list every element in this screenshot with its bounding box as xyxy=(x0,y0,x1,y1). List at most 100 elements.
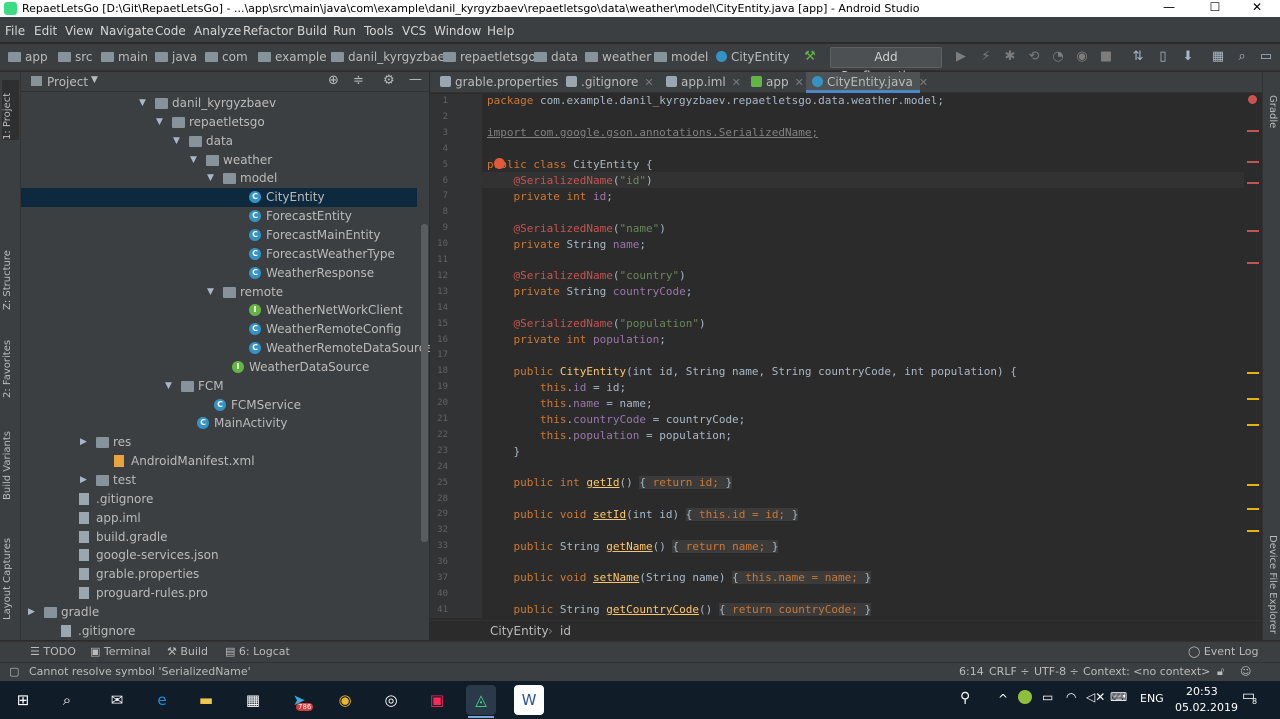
error-mark[interactable] xyxy=(1247,161,1259,163)
tree-item[interactable]: ▼ danil_kyrgyzbaev xyxy=(21,94,417,113)
obs-icon[interactable]: ◎ xyxy=(376,685,406,715)
people-icon[interactable]: ⚲ xyxy=(960,690,970,706)
chrome-icon[interactable]: ◉ xyxy=(330,685,360,715)
code-line[interactable]: public void setId(int id) { this.id = id… xyxy=(487,507,799,521)
menu-help[interactable]: Help xyxy=(487,24,514,38)
menu-navigate[interactable]: Navigate xyxy=(100,24,154,38)
tree-item[interactable]: ▶ test xyxy=(21,471,417,490)
menu-vcs[interactable]: VCS xyxy=(402,24,426,38)
tree-item[interactable]: AndroidManifest.xml xyxy=(21,452,417,471)
mail-icon[interactable]: ✉ xyxy=(102,685,132,715)
wifi-icon[interactable]: ◠ xyxy=(1066,690,1076,704)
warning-mark[interactable] xyxy=(1247,530,1259,532)
crumb-model[interactable]: model xyxy=(654,50,708,64)
code-line[interactable]: public CityEntity(int id, String name, S… xyxy=(487,365,1017,378)
close-button[interactable]: ✕ xyxy=(1234,0,1280,17)
code-line[interactable]: @SerializedName("name") xyxy=(487,222,666,235)
tree-item[interactable]: ▼ weather xyxy=(21,151,417,170)
menu-file[interactable]: File xyxy=(5,24,25,38)
tab-favorites[interactable]: 2: Favorites xyxy=(2,340,19,398)
keyboard-icon[interactable]: ⌨ xyxy=(1110,690,1127,704)
stop-icon[interactable]: ■ xyxy=(1098,49,1114,65)
code-line[interactable]: @SerializedName("id") xyxy=(487,174,653,187)
tree-item[interactable]: I WeatherNetWorkClient xyxy=(21,301,417,320)
debug-icon[interactable]: ✱ xyxy=(1002,49,1018,65)
tab-grable-properties[interactable]: grable.properties✕ xyxy=(434,72,574,93)
chevron-up-icon[interactable]: ^ xyxy=(998,692,1008,706)
tree-item[interactable]: C ForecastMainEntity xyxy=(21,226,417,245)
code-line[interactable]: private int population; xyxy=(487,333,665,346)
file-encoding[interactable]: UTF-8 ÷ xyxy=(1034,665,1079,678)
collapse-arrow-icon[interactable]: ▶ xyxy=(80,471,87,490)
crumb-repaetletsgo[interactable]: repaetletsgo xyxy=(443,50,536,64)
tab-logcat[interactable]: ▤ 6: Logcat xyxy=(225,645,290,658)
code-line[interactable]: private String name; xyxy=(487,238,646,251)
tree-item[interactable]: C WeatherRemoteDataSource xyxy=(21,339,433,358)
tree-item[interactable]: C ForecastWeatherType xyxy=(21,245,417,264)
code-line[interactable]: this.countryCode = countryCode; xyxy=(487,413,745,426)
tree-item[interactable]: ▼ remote xyxy=(21,283,417,302)
gear-icon[interactable]: ⚙ xyxy=(383,73,395,88)
sdk-manager-icon[interactable]: ⬇ xyxy=(1180,49,1196,65)
tab-build-variants[interactable]: Build Variants xyxy=(2,430,19,500)
project-scrollbar[interactable] xyxy=(421,224,428,542)
tab-todo[interactable]: ☰ TODO xyxy=(30,645,76,658)
tree-item[interactable]: google-services.json xyxy=(21,546,417,565)
expand-arrow-icon[interactable]: ▼ xyxy=(165,377,172,396)
crumb-main[interactable]: main xyxy=(101,50,148,64)
warning-mark[interactable] xyxy=(1247,508,1259,510)
code-line[interactable]: package com.example.danil_kyrgyzbaev.rep… xyxy=(487,94,944,107)
code-line[interactable]: @SerializedName("country") xyxy=(487,269,686,282)
warning-mark[interactable] xyxy=(1247,424,1259,426)
battery-icon[interactable]: ▭ xyxy=(1042,690,1053,704)
menu-window[interactable]: Window xyxy=(434,24,481,38)
code-line[interactable]: public String getCountryCode() { return … xyxy=(487,603,872,617)
warning-mark[interactable] xyxy=(1247,484,1259,486)
hammer-icon[interactable]: ⚒ xyxy=(802,49,818,65)
windows-start-icon[interactable]: ⊞ xyxy=(8,685,38,715)
tab-build[interactable]: ⚒ Build xyxy=(167,645,208,658)
minimize-button[interactable]: — xyxy=(1146,0,1192,17)
run-coverage-icon[interactable]: ◉ xyxy=(1074,49,1090,65)
crumb-field[interactable]: id xyxy=(560,624,571,638)
edge-icon[interactable]: e xyxy=(147,685,177,715)
tab-cityentity-java[interactable]: CityEntity.java ✕ xyxy=(806,72,928,93)
add-configuration-button[interactable]: Add Configuration... xyxy=(830,47,942,83)
lock-icon[interactable]: 🔓︎ xyxy=(1217,665,1224,679)
code-line[interactable]: public class CityEntity { xyxy=(487,158,653,171)
error-mark[interactable] xyxy=(1247,182,1259,184)
run-icon[interactable]: ▶ xyxy=(953,49,969,65)
tab-event-log[interactable]: ◯ Event Log xyxy=(1188,645,1258,658)
code-line[interactable]: public void setName(String name) { this.… xyxy=(487,571,872,585)
project-view-dropdown[interactable]: Project xyxy=(47,75,88,89)
lightbulb-icon[interactable] xyxy=(494,158,505,169)
word-icon[interactable]: W xyxy=(514,685,544,715)
expand-arrow-icon[interactable]: ▼ xyxy=(207,169,214,188)
code-line[interactable]: public String getName() { return name; } xyxy=(487,539,779,553)
close-tab-icon[interactable]: ✕ xyxy=(795,76,804,89)
tree-item[interactable]: C CityEntity xyxy=(21,188,417,208)
menu-edit[interactable]: Edit xyxy=(34,24,57,38)
expand-arrow-icon[interactable]: ▼ xyxy=(207,283,214,302)
tab-structure[interactable]: Z: Structure xyxy=(2,250,19,310)
event-log-icon[interactable]: ▭ xyxy=(1258,49,1274,65)
error-mark[interactable] xyxy=(1247,130,1259,132)
tree-item[interactable]: .gitignore xyxy=(21,490,417,509)
close-tab-icon[interactable]: ✕ xyxy=(732,76,741,89)
tree-item[interactable]: ▼ model xyxy=(21,169,417,188)
line-separator[interactable]: CRLF ÷ xyxy=(989,665,1030,678)
collapse-arrow-icon[interactable]: ▶ xyxy=(80,433,87,452)
clock-date[interactable]: 05.02.2019 xyxy=(1175,701,1238,714)
search-icon[interactable]: ⌕ xyxy=(52,685,82,715)
menu-refactor[interactable]: Refactor xyxy=(243,24,293,38)
tree-item[interactable]: ▼ repaetletsgo xyxy=(21,113,417,132)
tree-item[interactable]: ▶ gradle xyxy=(21,603,417,622)
status-toggle-icon[interactable]: ▢ xyxy=(9,665,19,678)
tree-item[interactable]: C MainActivity xyxy=(21,414,417,433)
code-line[interactable]: this.name = name; xyxy=(487,397,653,410)
tree-item[interactable]: ▶ res xyxy=(21,433,417,452)
crumb-com[interactable]: com xyxy=(205,50,248,64)
tree-item[interactable]: C FCMService xyxy=(21,396,417,415)
close-tab-icon[interactable]: ✕ xyxy=(919,76,928,89)
caret-position[interactable]: 6:14 xyxy=(959,665,984,678)
